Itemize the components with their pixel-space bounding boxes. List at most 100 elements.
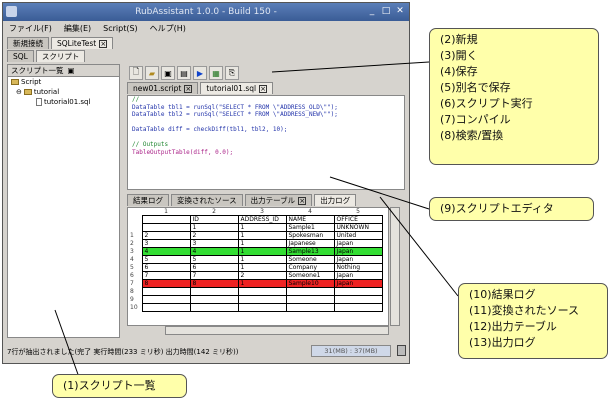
code-lines[interactable]: //DataTable tbl1 = runSql("SELECT * FROM… (128, 96, 404, 164)
table-cell[interactable]: Japan (333, 271, 383, 280)
vertical-scrollbar[interactable] (390, 207, 400, 326)
close-icon[interactable]: × (99, 39, 108, 48)
table-cell[interactable] (285, 287, 335, 296)
column-header[interactable]: ID (189, 215, 239, 224)
open-icon[interactable]: ▰ (145, 66, 159, 80)
table-cell[interactable]: 7 (141, 271, 191, 280)
trash-icon[interactable] (397, 345, 406, 356)
table-cell[interactable]: 1 (237, 239, 287, 248)
table-cell[interactable]: 1 (237, 247, 287, 256)
column-index[interactable]: 4 (286, 208, 334, 216)
table-cell[interactable]: 3 (141, 239, 191, 248)
tree-item-script[interactable]: Script (8, 77, 119, 87)
tab-new01-script[interactable]: new01.script × (127, 82, 199, 94)
code-line[interactable]: // (128, 96, 404, 104)
close-icon[interactable]: × (298, 196, 307, 205)
find-replace-icon[interactable]: ⎘ (225, 66, 239, 80)
table-cell[interactable]: Japan (333, 255, 383, 264)
run-icon[interactable]: ▶ (193, 66, 207, 80)
table-cell[interactable]: 5 (141, 255, 191, 264)
column-header[interactable] (141, 215, 191, 224)
tab-sqlitetest[interactable]: SQLiteTest × (51, 37, 114, 49)
table-cell[interactable]: 3 (189, 239, 239, 248)
table-cell[interactable] (333, 295, 383, 304)
table-cell[interactable]: United (333, 231, 383, 240)
tab-converted-source[interactable]: 変換されたソース (171, 194, 243, 206)
menu-script[interactable]: Script(S) (103, 24, 138, 33)
table-cell[interactable]: 6 (141, 263, 191, 272)
table-row[interactable]: 2 3 3 1 Japanese Japan (128, 239, 383, 248)
table-cell[interactable]: 1 (189, 223, 239, 232)
output-table-grid[interactable]: 1 2 3 4 5 ID ADDRESS_ID NAME OFFICE 1 1 Sample1 UNKN… (127, 207, 389, 326)
table-cell[interactable]: Japan (333, 239, 383, 248)
table-cell[interactable]: 8 (189, 279, 239, 288)
table-cell[interactable]: Sample13 (285, 247, 335, 256)
tree-item-tutorial[interactable]: ⊖ tutorial (8, 87, 119, 97)
tab-tutorial01-sql[interactable]: tutorial01.sql × (200, 82, 274, 94)
column-header[interactable]: NAME (285, 215, 335, 224)
table-cell[interactable]: Someone1 (285, 271, 335, 280)
table-cell[interactable] (189, 303, 239, 312)
code-line[interactable] (128, 119, 404, 127)
table-cell[interactable]: 4 (189, 247, 239, 256)
column-index[interactable]: 3 (238, 208, 286, 216)
script-editor[interactable]: //DataTable tbl1 = runSql("SELECT * FROM… (127, 95, 405, 190)
expand-icon[interactable]: ⊖ (16, 88, 22, 96)
tab-result-log[interactable]: 結果ログ (127, 194, 169, 206)
table-row[interactable]: 5 6 6 1 Company Nothing (128, 263, 383, 272)
menu-help[interactable]: ヘルプ(H) (150, 23, 186, 34)
table-cell[interactable] (237, 303, 287, 312)
table-cell[interactable]: 1 (237, 279, 287, 288)
code-line[interactable]: DataTable tbl2 = runSql("SELECT * FROM \… (128, 111, 404, 119)
code-line[interactable]: // Outputs (128, 141, 404, 149)
table-cell[interactable]: Someone (285, 255, 335, 264)
table-cell[interactable] (141, 295, 191, 304)
close-icon[interactable]: × (184, 84, 193, 93)
compile-icon[interactable]: ▦ (209, 66, 223, 80)
table-cell[interactable]: Japan (333, 247, 383, 256)
save-icon[interactable]: ▣ (161, 66, 175, 80)
table-cell[interactable] (237, 287, 287, 296)
title-bar[interactable]: RubAssistant 1.0.0 - Build 150 - _ □ ✕ (3, 3, 409, 21)
column-header[interactable]: ADDRESS_ID (237, 215, 287, 224)
table-cell[interactable]: Japanese (285, 239, 335, 248)
tab-output-table[interactable]: 出力テーブル × (244, 194, 313, 206)
table-cell[interactable]: 8 (141, 279, 191, 288)
table-cell[interactable]: Sample1 (285, 223, 335, 232)
table-cell[interactable] (285, 295, 335, 304)
table-cell[interactable]: Sample10 (285, 279, 335, 288)
tab-sql[interactable]: SQL (7, 50, 34, 62)
table-row[interactable]: 1 2 2 1 Spokesman United (128, 231, 383, 240)
menu-edit[interactable]: 編集(E) (64, 23, 91, 34)
code-line[interactable]: DataTable diff = checkDiff(tbl1, tbl2, 1… (128, 126, 404, 134)
column-index[interactable]: 2 (190, 208, 238, 216)
table-cell[interactable]: Nothing (333, 263, 383, 272)
horizontal-scrollbar[interactable] (165, 326, 389, 335)
table-cell[interactable] (189, 295, 239, 304)
table-cell[interactable]: 1 (237, 223, 287, 232)
tab-output-log[interactable]: 出力ログ (314, 194, 357, 206)
column-header[interactable]: OFFICE (333, 215, 383, 224)
close-icon[interactable]: × (259, 84, 268, 93)
code-line[interactable]: TableOutputTable(diff, 0.0); (128, 149, 404, 157)
table-cell[interactable] (141, 303, 191, 312)
new-icon[interactable]: 🗋 (129, 66, 143, 80)
table-cell[interactable]: 2 (141, 231, 191, 240)
table-row[interactable]: 9 (128, 295, 383, 304)
tab-new-connection[interactable]: 新規接続 (7, 37, 49, 49)
table-cell[interactable]: 4 (141, 247, 191, 256)
minimize-button[interactable]: _ (366, 5, 378, 17)
table-cell[interactable] (333, 303, 383, 312)
table-cell[interactable] (285, 303, 335, 312)
pin-icon[interactable]: ▣ (68, 66, 75, 75)
table-row[interactable]: 1 1 Sample1 UNKNOWN (128, 223, 383, 232)
table-cell[interactable]: 2 (189, 231, 239, 240)
menu-file[interactable]: ファイル(F) (9, 23, 52, 34)
column-index[interactable]: 5 (334, 208, 382, 216)
maximize-button[interactable]: □ (380, 5, 392, 17)
table-cell[interactable]: 2 (237, 271, 287, 280)
tree-item-tutorial01[interactable]: tutorial01.sql (8, 97, 119, 107)
table-cell[interactable] (141, 287, 191, 296)
table-row[interactable]: 4 5 5 1 Someone Japan (128, 255, 383, 264)
table-cell[interactable]: 7 (189, 271, 239, 280)
